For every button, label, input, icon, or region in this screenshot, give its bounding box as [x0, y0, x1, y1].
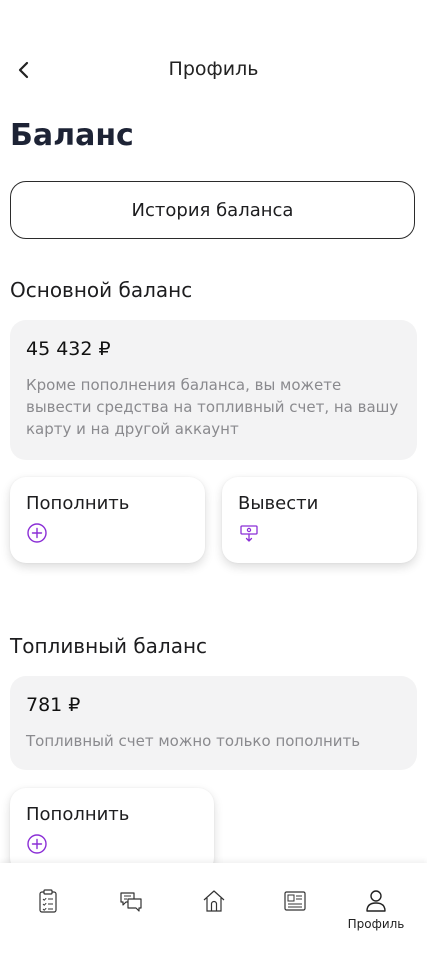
- top-bar: Профиль: [0, 52, 427, 88]
- tab-profile[interactable]: Профиль: [346, 877, 406, 937]
- bottom-tab-bar: Профиль: [0, 863, 427, 980]
- plus-circle-icon: [27, 523, 47, 543]
- fuel-topup-button[interactable]: Пополнить: [10, 788, 214, 874]
- tab-news[interactable]: [265, 877, 325, 937]
- tab-tasks[interactable]: [18, 877, 78, 937]
- tab-profile-label: Профиль: [347, 917, 405, 931]
- tab-home[interactable]: [184, 877, 244, 937]
- main-balance-amount: 45 432 ₽: [26, 338, 111, 360]
- chat-bubbles-icon: [120, 892, 142, 912]
- fuel-balance-amount: 781 ₽: [26, 694, 81, 716]
- withdraw-button[interactable]: Вывести: [222, 477, 417, 563]
- fuel-balance-card: 781 ₽ Топливный счет можно только пополн…: [10, 676, 417, 770]
- main-balance-description: Кроме пополнения баланса, вы можете выве…: [26, 376, 399, 438]
- fuel-balance-description: Топливный счет можно только пополнить: [26, 732, 361, 750]
- fuel-balance-title: Топливный баланс: [10, 634, 208, 658]
- main-topup-button[interactable]: Пополнить: [10, 477, 205, 563]
- user-icon: [366, 890, 386, 912]
- main-topup-label: Пополнить: [26, 493, 130, 514]
- cash-withdraw-icon: [240, 525, 258, 542]
- clipboard-list-icon: [39, 889, 57, 913]
- tab-chats[interactable]: [101, 877, 161, 937]
- page-title: Профиль: [168, 58, 259, 80]
- main-balance-card: 45 432 ₽ Кроме пополнения баланса, вы мо…: [10, 320, 417, 460]
- plus-circle-icon: [27, 834, 47, 854]
- fuel-topup-label: Пополнить: [26, 804, 130, 825]
- withdraw-label: Вывести: [238, 493, 319, 514]
- main-balance-title: Основной баланс: [10, 278, 193, 302]
- balance-history-button[interactable]: История баланса: [10, 181, 415, 239]
- newspaper-icon: [284, 891, 306, 911]
- home-icon: [203, 890, 225, 912]
- balance-heading: Баланс: [10, 118, 134, 153]
